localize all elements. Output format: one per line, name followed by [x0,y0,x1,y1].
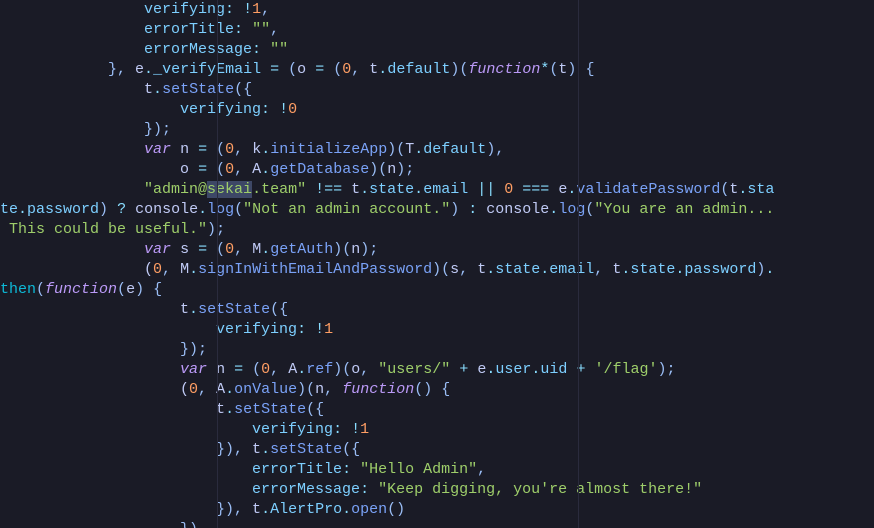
code-line: var n = (0, k.initializeApp)(T.default), [0,141,504,158]
code-line: }), t.AlertPro.open() [0,501,405,518]
code-line: var s = (0, M.getAuth)(n); [0,241,378,258]
code-line: (0, M.signInWithEmailAndPassword)(s, t.s… [0,261,774,278]
code-line: t.setState({ [0,301,288,318]
code-line: "admin@sekai.team" !== t.state.email || … [0,181,774,198]
code-line: then(function(e) { [0,281,162,298]
code-line: t.setState({ [0,81,252,98]
code-line: t.setState({ [0,401,324,418]
code-line: verifying: !1 [0,321,333,338]
code-line: }) [0,521,198,528]
code-line: verifying: !1 [0,421,369,438]
code-line: errorTitle: "Hello Admin", [0,461,486,478]
code-line: var n = (0, A.ref)(o, "users/" + e.user.… [0,361,676,378]
code-line: (0, A.onValue)(n, function() { [0,381,450,398]
code-line: }); [0,121,171,138]
code-line: }); [0,341,207,358]
code-line: o = (0, A.getDatabase)(n); [0,161,414,178]
code-line: te.password) ? console.log("Not an admin… [0,201,774,218]
code-editor[interactable]: verifying: !1, errorTitle: "", errorMess… [0,0,874,528]
code-line: This could be useful."); [0,221,225,238]
code-line: verifying: !0 [0,101,297,118]
code-line: }, e._verifyEmail = (o = (0, t.default)(… [0,61,594,78]
code-line: errorTitle: "", [0,21,279,38]
code-line: errorMessage: "" [0,41,288,58]
search-highlight: sekai [207,181,252,198]
code-line: verifying: !1, [0,1,270,18]
code-line: errorMessage: "Keep digging, you're almo… [0,481,702,498]
code-line: }), t.setState({ [0,441,360,458]
